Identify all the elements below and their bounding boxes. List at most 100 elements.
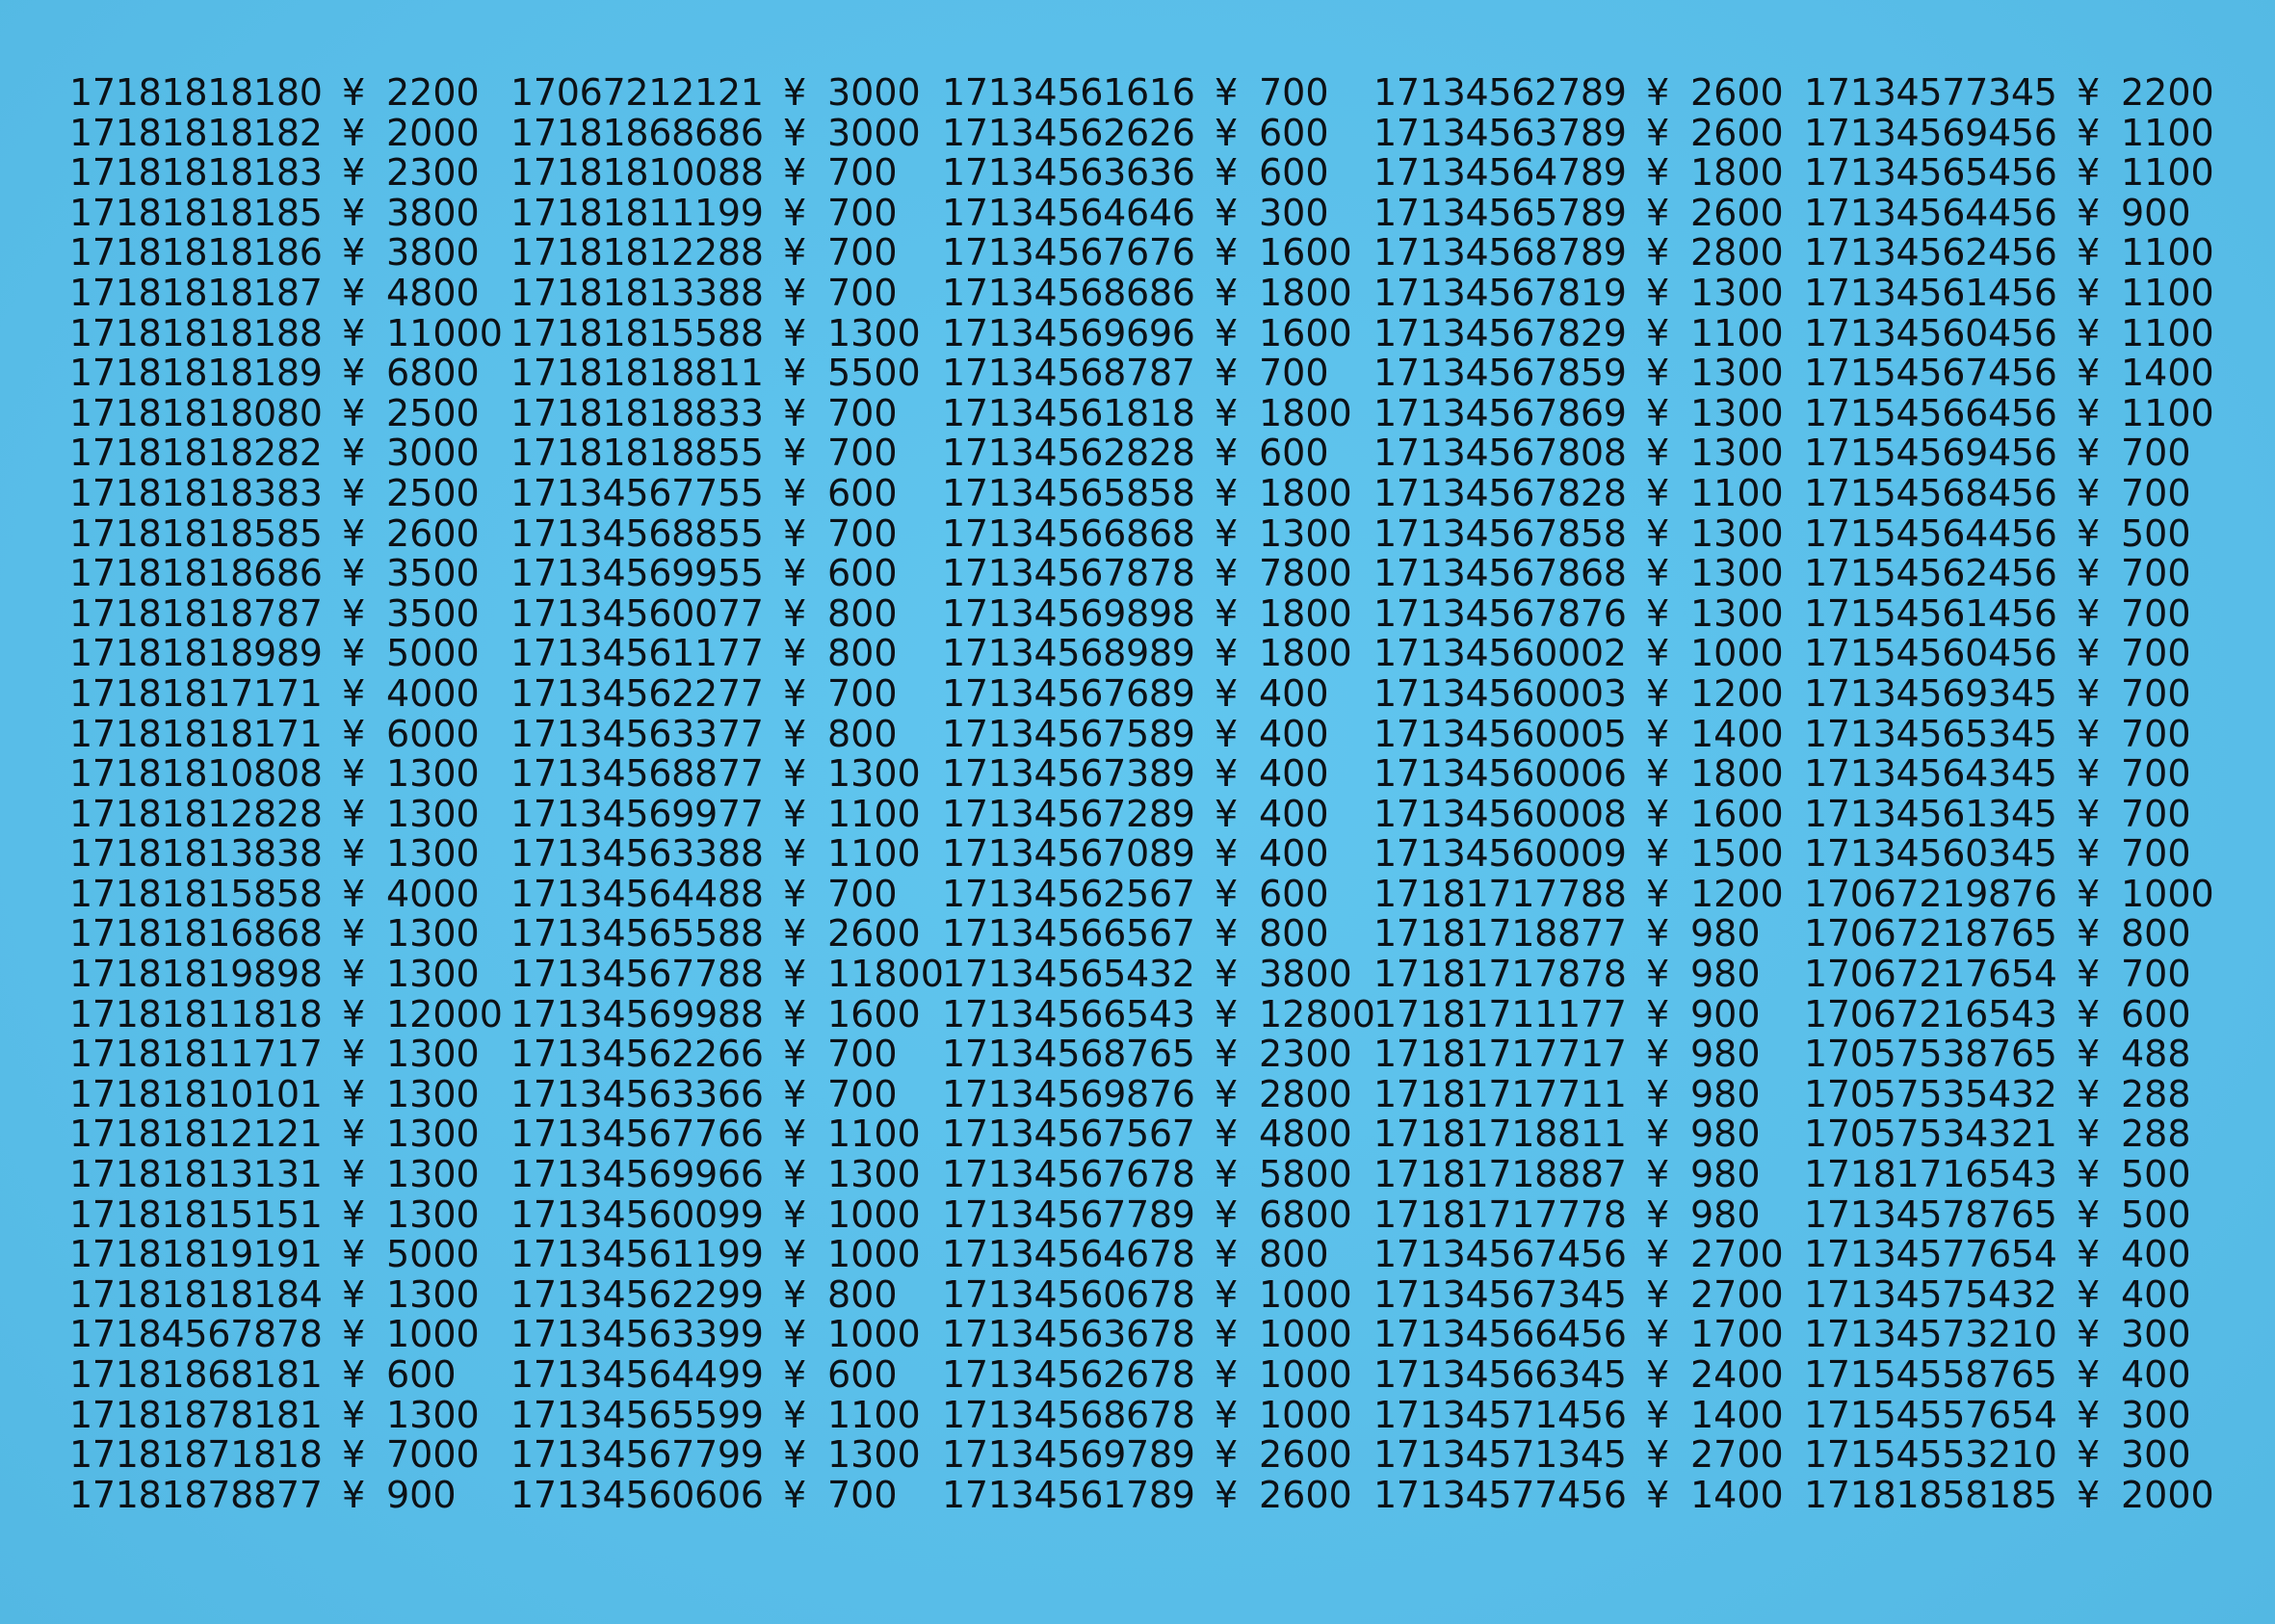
price-value: 3000 (386, 432, 480, 475)
currency-symbol: ¥ (783, 231, 807, 275)
price-value: 700 (2121, 591, 2191, 635)
currency-symbol: ¥ (1215, 1393, 1239, 1436)
number-row: 17181818833 ¥700 (510, 393, 942, 434)
phone-number: 17154557654 (1804, 1393, 2057, 1436)
number-row: 17134565432 ¥3800 (942, 954, 1373, 995)
currency-symbol: ¥ (1646, 953, 1670, 996)
currency-symbol: ¥ (342, 191, 366, 234)
price-value: 700 (827, 511, 898, 555)
number-row: 17134566567 ¥800 (942, 914, 1373, 955)
phone-number: 17057535432 (1804, 1072, 2057, 1115)
price-value: 3500 (386, 591, 480, 635)
price-value: 2600 (1690, 191, 1784, 234)
price-value: 1000 (1259, 1272, 1352, 1316)
currency-symbol: ¥ (1215, 471, 1239, 514)
phone-number: 17134567829 (1373, 311, 1627, 354)
number-row: 17181711177 ¥900 (1373, 994, 1805, 1035)
phone-number: 17134566345 (1373, 1353, 1627, 1396)
currency-symbol: ¥ (1215, 1033, 1239, 1076)
currency-symbol: ¥ (342, 992, 366, 1035)
phone-number: 17134567789 (942, 1192, 1195, 1236)
number-row: 17181878877 ¥900 (69, 1475, 501, 1516)
currency-symbol: ¥ (342, 1433, 366, 1477)
price-value: 1000 (827, 1233, 921, 1276)
price-value: 1600 (827, 992, 921, 1035)
price-value: 1300 (386, 752, 480, 796)
phone-number: 17134563377 (510, 712, 764, 755)
number-row: 17134567788 ¥11800 (510, 953, 944, 996)
number-row: 17134567456 ¥2700 (1373, 1235, 1805, 1275)
price-value: 700 (1259, 71, 1329, 114)
phone-number: 17181817171 (69, 671, 323, 715)
currency-symbol: ¥ (783, 1192, 807, 1236)
number-row: 17134561818 ¥1800 (942, 393, 1373, 434)
currency-symbol: ¥ (1215, 191, 1239, 234)
number-row: 17134567829 ¥1100 (1373, 311, 1805, 354)
currency-symbol: ¥ (2077, 471, 2101, 514)
price-value: 1300 (1690, 591, 1784, 635)
price-value: 800 (827, 632, 898, 675)
price-value: 600 (1259, 872, 1329, 915)
phone-number: 17134565858 (942, 471, 1195, 514)
price-value: 980 (1690, 912, 1761, 956)
number-row: 17181717778 ¥980 (1373, 1194, 1805, 1236)
currency-symbol: ¥ (342, 591, 366, 635)
number-row: 17134569345 ¥700 (1804, 673, 2236, 715)
phone-number: 17134567676 (942, 231, 1195, 275)
phone-number: 17134563399 (510, 1313, 764, 1356)
currency-symbol: ¥ (783, 671, 807, 715)
price-value: 800 (1259, 912, 1329, 956)
price-value: 700 (827, 1473, 898, 1516)
number-row: 17134560009 ¥1500 (1373, 834, 1805, 875)
phone-number: 17134567389 (942, 752, 1195, 796)
number-row: 17181717788 ¥1200 (1373, 874, 1805, 915)
price-value: 11000 (386, 311, 503, 354)
currency-symbol: ¥ (1646, 912, 1670, 956)
price-value: 1000 (827, 1313, 921, 1356)
price-value: 700 (827, 271, 898, 314)
phone-number: 17134567828 (1373, 471, 1627, 514)
phone-number: 17134569955 (510, 552, 764, 595)
number-row: 17134567589 ¥400 (942, 714, 1373, 755)
currency-symbol: ¥ (2077, 1072, 2101, 1115)
currency-symbol: ¥ (2077, 231, 2101, 275)
phone-number: 17134563789 (1373, 111, 1627, 154)
phone-number: 17134563678 (942, 1313, 1195, 1356)
price-value: 5000 (386, 1233, 480, 1276)
currency-symbol: ¥ (342, 632, 366, 675)
number-row: 17181818180 ¥2200 (69, 72, 501, 114)
currency-symbol: ¥ (2077, 992, 2101, 1035)
number-row: 17134567868 ¥1300 (1373, 554, 1805, 594)
number-row: 17134567799 ¥1300 (510, 1435, 942, 1476)
price-value: 2800 (1259, 1072, 1352, 1115)
number-row: 17134560606 ¥700 (510, 1473, 942, 1516)
number-row: 17134560678 ¥1000 (942, 1272, 1373, 1316)
number-row: 17181811199 ¥700 (510, 193, 942, 234)
phone-number: 17181815588 (510, 311, 764, 354)
number-row: 17134565588 ¥2600 (510, 914, 942, 955)
currency-symbol: ¥ (1215, 1233, 1239, 1276)
phone-number: 17181819898 (69, 953, 323, 996)
currency-symbol: ¥ (783, 271, 807, 314)
phone-number: 17134568787 (942, 352, 1195, 395)
currency-symbol: ¥ (1215, 632, 1239, 675)
currency-symbol: ¥ (342, 352, 366, 395)
phone-number: 17134568855 (510, 511, 764, 555)
currency-symbol: ¥ (1646, 151, 1670, 195)
phone-number: 17134567868 (1373, 552, 1627, 595)
currency-symbol: ¥ (1215, 1272, 1239, 1316)
currency-symbol: ¥ (342, 311, 366, 354)
price-value: 1300 (1690, 352, 1784, 395)
phone-number: 17134567755 (510, 471, 764, 514)
phone-number: 17184567878 (69, 1313, 323, 1356)
phone-number: 17181858185 (1804, 1473, 2057, 1516)
phone-number: 17181818182 (69, 111, 323, 154)
phone-number: 17134564345 (1804, 752, 2057, 796)
currency-symbol: ¥ (783, 953, 807, 996)
price-value: 300 (2121, 1393, 2191, 1436)
phone-number: 17134562299 (510, 1272, 764, 1316)
price-value: 1300 (386, 1393, 480, 1436)
phone-number: 17181818383 (69, 471, 323, 514)
phone-number: 17154558765 (1804, 1353, 2057, 1396)
phone-number: 17134562828 (942, 432, 1195, 475)
